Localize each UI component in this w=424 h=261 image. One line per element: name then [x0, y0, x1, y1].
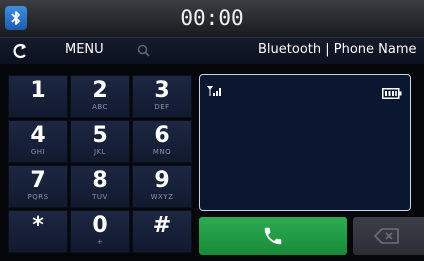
key-7[interactable]: 7 PQRS	[8, 165, 68, 208]
key-digit: *	[32, 213, 44, 238]
menu-bar: MENU Bluetooth | Phone Name	[0, 37, 424, 64]
key-letters: +	[96, 238, 104, 246]
battery-icon	[382, 84, 402, 103]
phone-handset-icon	[264, 227, 282, 245]
key-letters: PQRS	[27, 193, 49, 201]
key-hash[interactable]: #	[132, 210, 192, 253]
key-8[interactable]: 8 TUV	[70, 165, 130, 208]
key-digit: 8	[92, 168, 108, 193]
key-1[interactable]: 1	[8, 75, 68, 118]
key-digit: 4	[30, 123, 46, 148]
key-digit: 0	[92, 213, 108, 238]
key-4[interactable]: 4 GHI	[8, 120, 68, 163]
key-2[interactable]: 2 ABC	[70, 75, 130, 118]
clock: 00:00	[180, 6, 244, 30]
back-arrow-icon	[13, 43, 26, 59]
backspace-icon	[374, 228, 399, 244]
key-digit: 5	[92, 123, 108, 148]
key-9[interactable]: 9 WXYZ	[132, 165, 192, 208]
key-letters: MNO	[152, 148, 172, 156]
search-icon[interactable]	[136, 43, 152, 59]
back-button[interactable]	[11, 41, 29, 61]
key-3[interactable]: 3 DEF	[132, 75, 192, 118]
key-digit: 7	[30, 168, 46, 193]
key-star[interactable]: *	[8, 210, 68, 253]
key-digit: 3	[154, 78, 170, 103]
key-letters: WXYZ	[150, 193, 174, 201]
signal-strength-icon	[207, 82, 223, 101]
key-6[interactable]: 6 MNO	[132, 120, 192, 163]
backspace-button[interactable]	[353, 217, 424, 255]
key-0[interactable]: 0 +	[70, 210, 130, 253]
key-letters: TUV	[92, 193, 108, 201]
key-digit: 6	[154, 123, 170, 148]
key-letters: GHI	[30, 148, 46, 156]
key-letters: ABC	[92, 103, 108, 111]
menu-button[interactable]: MENU	[65, 42, 104, 57]
key-digit: 9	[154, 168, 170, 193]
call-button[interactable]	[199, 217, 347, 255]
key-5[interactable]: 5 JKL	[70, 120, 130, 163]
key-letters: DEF	[154, 103, 170, 111]
number-display	[199, 74, 411, 211]
dial-keypad: 1 2 ABC 3 DEF 4 GHI 5 JKL 6 MNO 7 PQRS 8…	[8, 75, 192, 255]
status-bar: 00:00	[0, 0, 424, 37]
key-digit: 1	[30, 78, 46, 103]
source-title: Bluetooth | Phone Name	[258, 42, 417, 57]
key-letters: JKL	[93, 148, 107, 156]
key-digit: #	[152, 213, 172, 238]
key-digit: 2	[92, 78, 108, 103]
